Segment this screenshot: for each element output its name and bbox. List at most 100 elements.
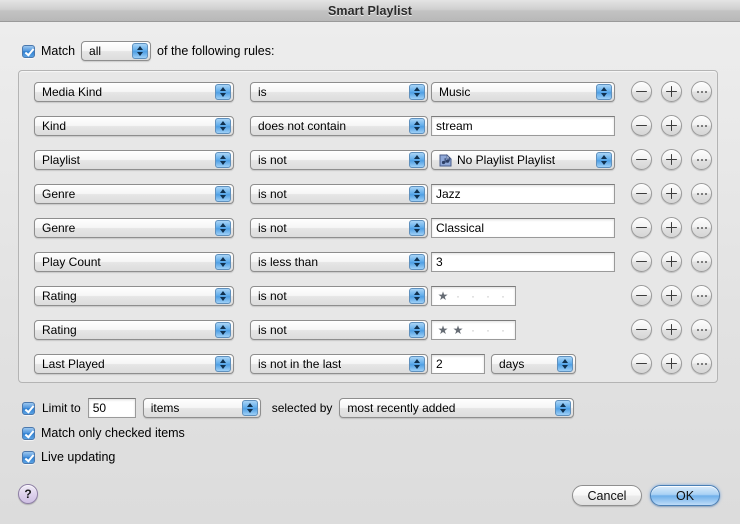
rule-field-popup[interactable]: Play Count: [34, 252, 234, 272]
rule-field-popup[interactable]: Kind: [34, 116, 234, 136]
ok-button[interactable]: OK: [650, 485, 720, 506]
rule-operator-popup[interactable]: does not contain: [250, 116, 428, 136]
rule-field-popup[interactable]: Genre: [34, 218, 234, 238]
help-button[interactable]: ?: [18, 484, 38, 504]
add-rule-button[interactable]: [661, 115, 682, 136]
star-empty-icon: ·: [501, 289, 505, 303]
chevron-updown-icon: [215, 254, 231, 270]
rule-rating-input[interactable]: ★ ★ · · ·: [431, 320, 516, 340]
limit-unit-popup[interactable]: items: [142, 398, 261, 418]
chevron-updown-icon: [215, 84, 231, 100]
rule-value-popup[interactable]: No Playlist Playlist: [431, 150, 615, 170]
rule-field-popup-value: Rating: [42, 289, 77, 303]
more-options-button[interactable]: [691, 353, 712, 374]
rule-field-popup-value: Last Played: [42, 357, 105, 371]
chevron-updown-icon: [409, 186, 425, 202]
rule-value-input[interactable]: Jazz: [431, 184, 615, 204]
remove-rule-button[interactable]: [631, 319, 652, 340]
rule-field-popup[interactable]: Media Kind: [34, 82, 234, 102]
limit-checkbox[interactable]: [22, 401, 35, 415]
more-options-button[interactable]: [691, 183, 712, 204]
chevron-updown-icon: [215, 152, 231, 168]
star-filled-icon: ★: [437, 289, 449, 303]
rule-operator-popup[interactable]: is not in the last: [250, 354, 428, 374]
match-checkbox[interactable]: [22, 44, 35, 58]
add-rule-button[interactable]: [661, 353, 682, 374]
live-updating-checkbox[interactable]: [22, 450, 35, 464]
rule-operator-popup[interactable]: is not: [250, 286, 428, 306]
limit-label: Limit to: [42, 401, 81, 415]
rule-value-popup[interactable]: Music: [431, 82, 615, 102]
rule-rating-input[interactable]: ★ · · · ·: [431, 286, 516, 306]
more-options-button[interactable]: [691, 115, 712, 136]
chevron-updown-icon: [409, 118, 425, 134]
add-rule-button[interactable]: [661, 217, 682, 238]
rule-operator-popup[interactable]: is not: [250, 150, 428, 170]
rule-operator-popup[interactable]: is not: [250, 218, 428, 238]
rule-operator-popup[interactable]: is less than: [250, 252, 428, 272]
match-type-popup[interactable]: all: [81, 41, 152, 61]
rule-field-popup-value: Media Kind: [42, 85, 103, 99]
rule-row: Last Played is not in the last 2 days: [19, 354, 719, 376]
rule-field-popup[interactable]: Rating: [34, 286, 234, 306]
limit-amount-value: 50: [92, 401, 107, 415]
more-options-button[interactable]: [691, 285, 712, 306]
remove-rule-button[interactable]: [631, 217, 652, 238]
match-only-checked-checkbox[interactable]: [22, 426, 35, 440]
rule-field-popup[interactable]: Genre: [34, 184, 234, 204]
add-rule-button[interactable]: [661, 81, 682, 102]
rule-row: Play Count is less than 3: [19, 252, 719, 274]
rule-field-popup-value: Genre: [42, 187, 76, 201]
selected-by-value: most recently added: [347, 401, 456, 415]
star-empty-icon: ·: [471, 323, 475, 337]
rule-actions: [631, 217, 712, 238]
remove-rule-button[interactable]: [631, 251, 652, 272]
rule-value-input[interactable]: stream: [431, 116, 615, 136]
rule-value-input[interactable]: 2: [431, 354, 485, 374]
more-options-button[interactable]: [691, 81, 712, 102]
more-options-button[interactable]: [691, 217, 712, 238]
rule-field-popup[interactable]: Last Played: [34, 354, 234, 374]
add-rule-button[interactable]: [661, 149, 682, 170]
add-rule-button[interactable]: [661, 183, 682, 204]
more-options-button[interactable]: [691, 251, 712, 272]
rule-operator-popup[interactable]: is: [250, 82, 428, 102]
add-rule-button[interactable]: [661, 319, 682, 340]
match-only-checked-row: Match only checked items: [22, 426, 185, 440]
limit-amount-input[interactable]: 50: [87, 398, 136, 418]
rule-actions: [631, 319, 712, 340]
rule-field-popup[interactable]: Playlist: [34, 150, 234, 170]
chevron-updown-icon: [409, 220, 425, 236]
rule-row: Genre is not Classical: [19, 218, 719, 240]
rule-operator-popup[interactable]: is not: [250, 320, 428, 340]
rule-operator-popup-value: is not: [258, 289, 287, 303]
add-rule-button[interactable]: [661, 285, 682, 306]
rule-operator-popup-value: is not: [258, 153, 287, 167]
rule-field-popup[interactable]: Rating: [34, 320, 234, 340]
rule-operator-popup[interactable]: is not: [250, 184, 428, 204]
rule-value-input[interactable]: 3: [431, 252, 615, 272]
remove-rule-button[interactable]: [631, 149, 652, 170]
remove-rule-button[interactable]: [631, 81, 652, 102]
remove-rule-button[interactable]: [631, 285, 652, 306]
chevron-updown-icon: [596, 84, 612, 100]
rule-actions: [631, 115, 712, 136]
rule-unit-popup[interactable]: days: [491, 354, 576, 374]
add-rule-button[interactable]: [661, 251, 682, 272]
rule-value-input[interactable]: Classical: [431, 218, 615, 238]
selected-by-popup[interactable]: most recently added: [339, 398, 575, 418]
more-options-button[interactable]: [691, 149, 712, 170]
help-icon: ?: [24, 487, 32, 501]
rule-value-input-value: 3: [436, 255, 443, 269]
remove-rule-button[interactable]: [631, 353, 652, 374]
rule-row: Kind does not contain stream: [19, 116, 719, 138]
remove-rule-button[interactable]: [631, 183, 652, 204]
rule-operator-popup-value: is less than: [258, 255, 319, 269]
rule-operator-popup-value: is: [258, 85, 267, 99]
cancel-button[interactable]: Cancel: [572, 485, 642, 506]
chevron-updown-icon: [215, 356, 231, 372]
more-options-button[interactable]: [691, 319, 712, 340]
star-empty-icon: ·: [471, 289, 475, 303]
chevron-updown-icon: [409, 152, 425, 168]
remove-rule-button[interactable]: [631, 115, 652, 136]
